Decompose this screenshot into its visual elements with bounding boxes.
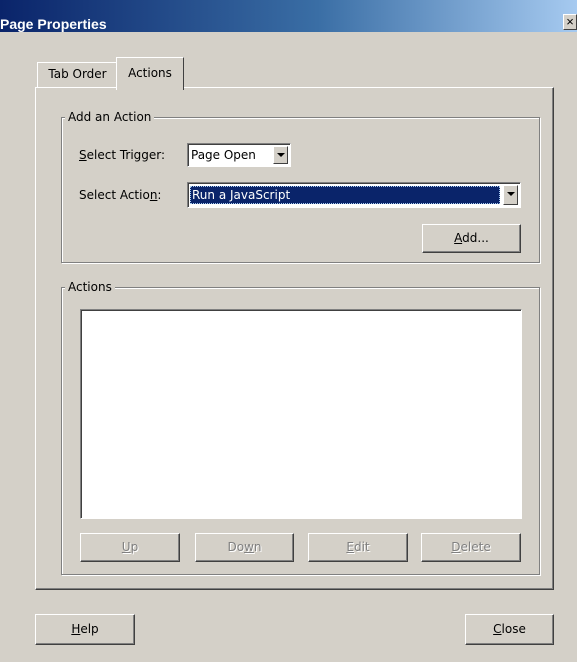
down-button[interactable]: Down	[195, 533, 294, 562]
help-button[interactable]: Help	[35, 614, 135, 645]
add-button[interactable]: Add...	[422, 224, 521, 253]
delete-button[interactable]: Delete	[421, 533, 521, 562]
select-trigger-dropdown[interactable]: Page Open	[187, 143, 291, 167]
select-trigger-value: Page Open	[191, 148, 256, 162]
select-trigger-label: Select Trigger:	[79, 148, 166, 162]
edit-button[interactable]: Edit	[308, 533, 408, 562]
up-button[interactable]: Up	[80, 533, 180, 562]
select-action-value: Run a JavaScript	[190, 186, 500, 204]
title-bar[interactable]: Page Properties ×	[0, 0, 577, 32]
chevron-down-icon[interactable]	[273, 146, 288, 164]
close-icon[interactable]: ×	[563, 14, 577, 30]
chevron-down-icon[interactable]	[503, 185, 518, 205]
tab-tab-order[interactable]: Tab Order	[37, 62, 117, 87]
add-action-group-label: Add an Action	[65, 110, 155, 124]
window-title: Page Properties	[0, 16, 107, 32]
select-action-dropdown[interactable]: Run a JavaScript	[187, 182, 521, 208]
actions-group-label: Actions	[65, 280, 115, 294]
select-action-label: Select Action:	[79, 188, 162, 202]
close-button[interactable]: Close	[465, 614, 554, 645]
tab-actions[interactable]: Actions	[116, 57, 184, 90]
actions-list[interactable]	[80, 309, 522, 519]
